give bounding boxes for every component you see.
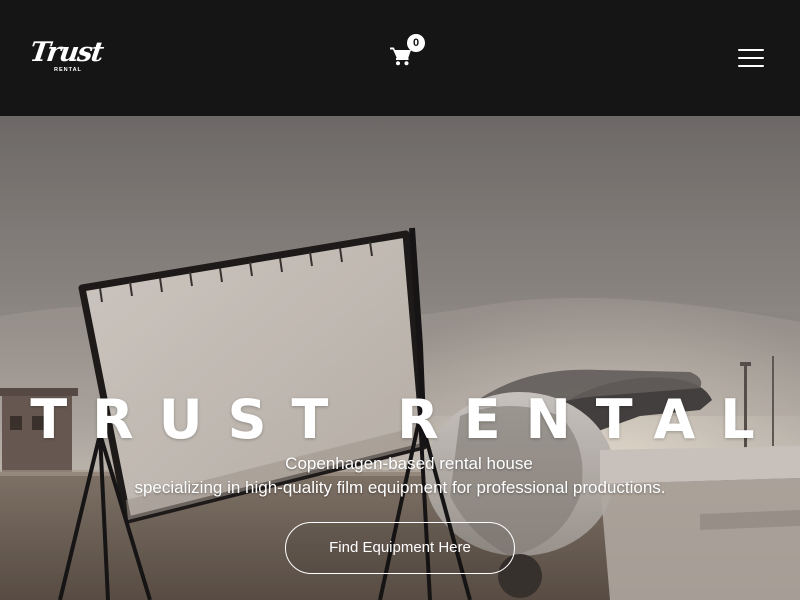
find-equipment-button[interactable]: Find Equipment Here [285, 522, 515, 574]
hero-title: TRUST RENTAL [30, 388, 780, 451]
menu-button[interactable] [738, 48, 766, 70]
logo-subtitle: RENTAL [54, 67, 82, 73]
site-header: Trust RENTAL 0 [0, 0, 800, 116]
trust-rental-logo[interactable]: Trust RENTAL [28, 37, 105, 78]
hero-section: TRUST RENTAL Copenhagen-based rental hou… [0, 116, 800, 600]
cart-count-badge: 0 [407, 34, 425, 52]
hamburger-menu-icon-line-2 [738, 57, 764, 59]
hamburger-menu-icon-line-1 [738, 49, 764, 51]
hero-tagline-line-1: Copenhagen-based rental house [285, 454, 533, 473]
hamburger-menu-icon-line-3 [738, 65, 764, 67]
logo-script: Trust [27, 37, 105, 68]
hero-tagline-line-2: specializing in high-quality film equipm… [134, 478, 666, 497]
cart-button[interactable]: 0 [388, 34, 425, 68]
